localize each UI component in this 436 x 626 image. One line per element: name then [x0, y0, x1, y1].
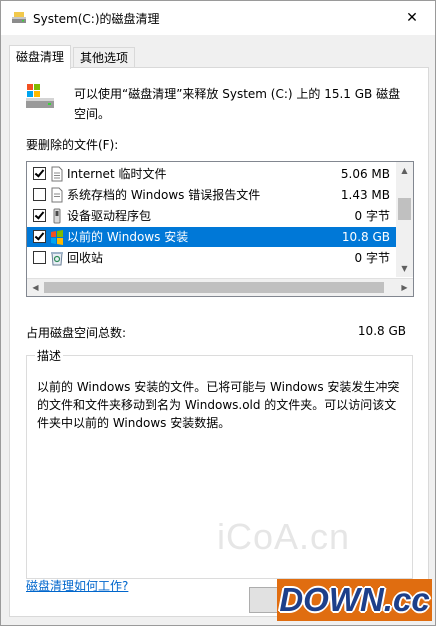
- horizontal-scrollbar[interactable]: ◀ ▶: [27, 278, 413, 296]
- tab-more-options[interactable]: 其他选项: [73, 47, 136, 68]
- window-title: System(C:)的磁盘清理: [33, 12, 160, 26]
- hard-drive-icon: [26, 84, 54, 108]
- scroll-left-icon[interactable]: ◀: [27, 279, 44, 296]
- list-item-size: 0 字节: [354, 251, 390, 265]
- disk-cleanup-icon: [12, 12, 26, 23]
- list-item-checkbox[interactable]: [33, 230, 46, 243]
- list-item-name: Internet 临时文件: [67, 167, 167, 181]
- list-item-size: 5.06 MB: [340, 167, 390, 181]
- driver-package-icon: [53, 208, 61, 224]
- list-item-name: 以前的 Windows 安装: [67, 230, 189, 244]
- down-cc-logo: DOWN.cc: [277, 579, 432, 621]
- tab-disk-cleanup[interactable]: 磁盘清理: [9, 45, 72, 69]
- vertical-scroll-thumb[interactable]: [398, 198, 411, 220]
- list-item-size: 0 字节: [354, 209, 390, 223]
- list-item-checkbox[interactable]: [33, 251, 46, 264]
- recycle-bin-icon: [51, 252, 63, 266]
- list-item-checkbox[interactable]: [33, 167, 46, 180]
- list-item-checkbox[interactable]: [33, 209, 46, 222]
- description-group: 描述 以前的 Windows 安装的文件。已将可能与 Windows 安装发生冲…: [26, 347, 413, 579]
- help-link[interactable]: 磁盘清理如何工作?: [26, 577, 128, 594]
- list-item-checkbox[interactable]: [33, 188, 46, 201]
- tab-panel: 可以使用“磁盘清理”来释放 System (C:) 上的 15.1 GB 磁盘空…: [9, 67, 429, 617]
- logo-text: DOWN.cc: [279, 581, 430, 618]
- description-title: 描述: [35, 347, 64, 364]
- scroll-down-icon[interactable]: ▼: [396, 260, 413, 277]
- list-item[interactable]: 回收站 0 字节: [27, 248, 396, 268]
- disk-cleanup-window: System(C:)的磁盘清理 ✕ 磁盘清理 其他选项 可以使用“磁盘清理”来释…: [0, 0, 436, 626]
- list-item-name: 系统存档的 Windows 错误报告文件: [67, 188, 261, 202]
- windows-icon: [51, 230, 63, 245]
- vertical-scrollbar[interactable]: ▲ ▼: [396, 162, 413, 277]
- files-to-delete-label: 要删除的文件(F):: [26, 138, 119, 152]
- title-bar[interactable]: System(C:)的磁盘清理 ✕: [1, 1, 435, 35]
- horizontal-scroll-thumb[interactable]: [44, 282, 384, 293]
- dialog-body: 磁盘清理 其他选项 可以使用“磁盘清理”来释放 System (C:) 上的 1…: [1, 35, 435, 625]
- close-button[interactable]: ✕: [389, 1, 435, 35]
- list-item[interactable]: Internet 临时文件 5.06 MB: [27, 164, 396, 184]
- list-item-name: 设备驱动程序包: [67, 209, 152, 223]
- space-total-label: 占用磁盘空间总数:: [26, 326, 127, 340]
- document-icon: [51, 187, 63, 203]
- scroll-up-icon[interactable]: ▲: [396, 162, 413, 179]
- list-item[interactable]: 设备驱动程序包 0 字节: [27, 206, 396, 226]
- intro-text: 可以使用“磁盘清理”来释放 System (C:) 上的 15.1 GB 磁盘空…: [74, 87, 401, 121]
- files-listbox[interactable]: Internet 临时文件 5.06 MB 系统存档的 Windows 错误报告…: [26, 161, 414, 297]
- list-item-size: 10.8 GB: [341, 230, 390, 244]
- description-text: 以前的 Windows 安装的文件。已将可能与 Windows 安装发生冲突的文…: [37, 380, 400, 430]
- list-item[interactable]: 以前的 Windows 安装 10.8 GB: [27, 227, 396, 247]
- document-icon: [51, 166, 63, 182]
- space-total-value: 10.8 GB: [357, 324, 406, 338]
- list-item[interactable]: 系统存档的 Windows 错误报告文件 1.43 MB: [27, 185, 396, 205]
- close-icon: ✕: [406, 10, 418, 26]
- scroll-right-icon[interactable]: ▶: [396, 279, 413, 296]
- list-item-name: 回收站: [67, 251, 104, 265]
- list-item-size: 1.43 MB: [340, 188, 390, 202]
- watermark: iCoA.cn: [217, 516, 351, 557]
